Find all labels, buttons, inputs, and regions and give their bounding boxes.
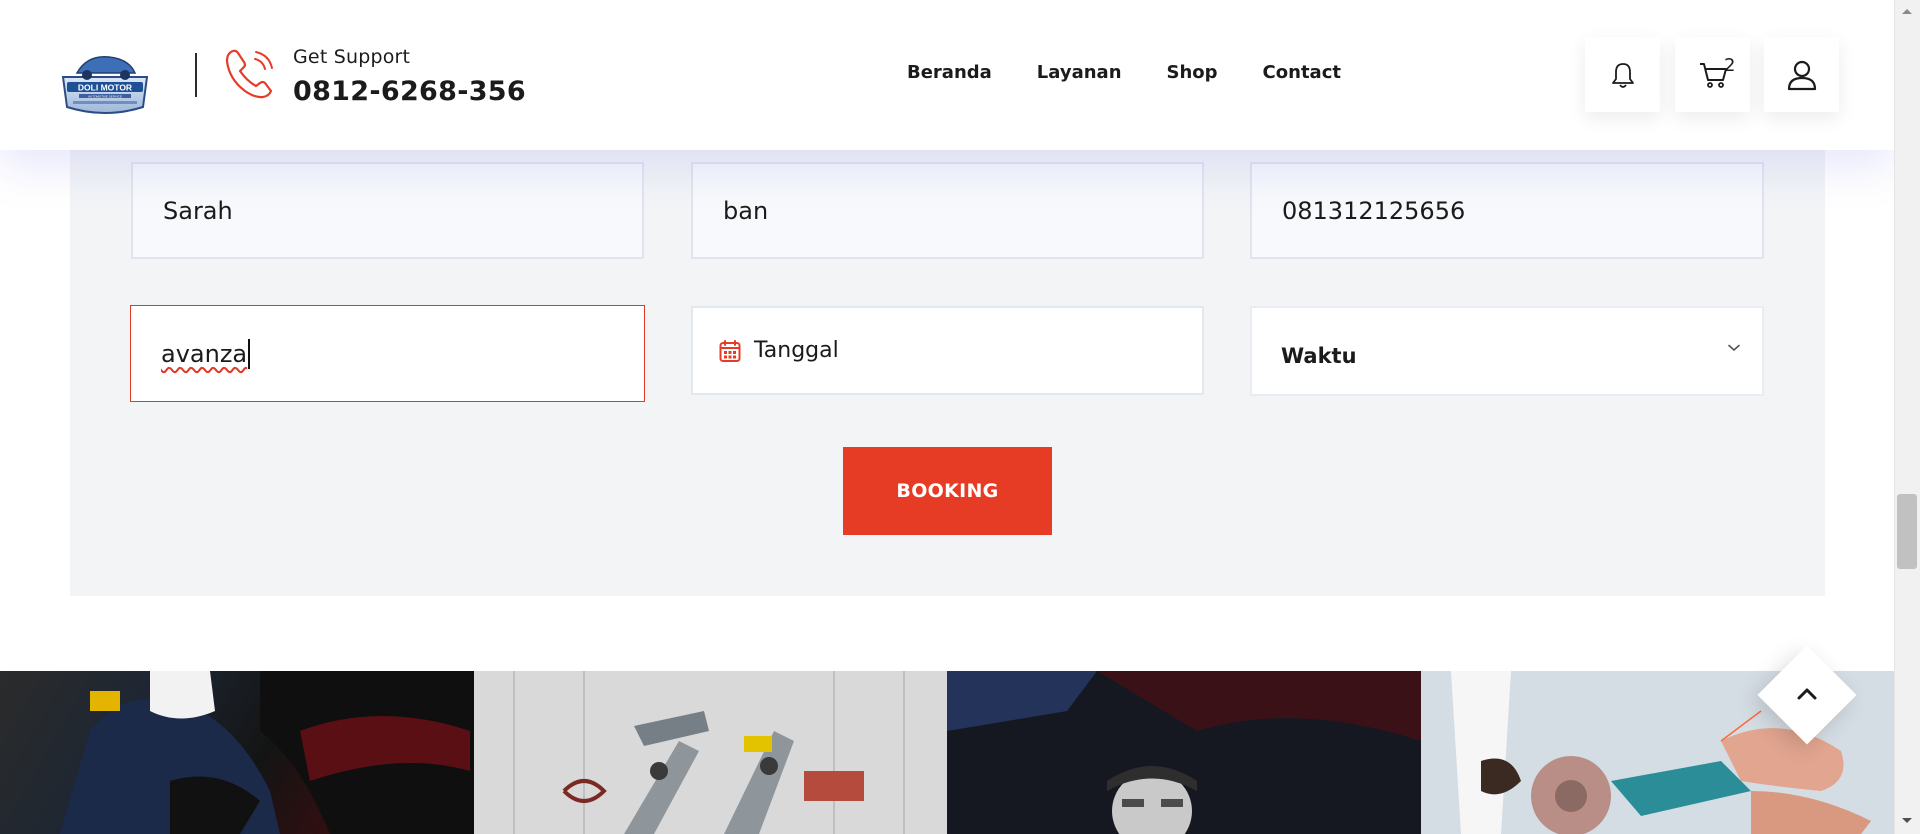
cart-icon [1699,62,1727,88]
gallery-image-workshop-jack [473,671,947,834]
cart-button[interactable]: 2 [1675,37,1750,112]
gallery-image-mechanic-car-interior [0,671,474,834]
svg-text:DOLI MOTOR: DOLI MOTOR [78,83,132,93]
cart-count-badge: 2 [1724,55,1736,76]
phone-field[interactable]: 081312125656 [1250,162,1764,259]
date-field[interactable]: Tanggal [691,306,1204,395]
main-nav: Beranda Layanan Shop Contact [907,62,1341,83]
scrollbar-thumb[interactable] [1897,494,1917,569]
time-select-value: Waktu [1281,344,1357,368]
car-field[interactable]: avanza [130,305,645,402]
header-divider [195,53,197,97]
service-field-value: ban [723,196,769,225]
chevron-down-icon [1728,344,1740,351]
booking-button[interactable]: BOOKING [843,447,1052,535]
nav-contact[interactable]: Contact [1263,62,1341,83]
nav-layanan[interactable]: Layanan [1037,62,1122,83]
svg-text:AUTOMOTIVE SERVICE: AUTOMOTIVE SERVICE [88,95,122,99]
page-scrollbar[interactable] [1894,0,1920,834]
user-icon [1787,60,1816,90]
gallery-strip [0,671,1894,834]
service-field[interactable]: ban [691,162,1204,259]
arrow-up-icon [1797,688,1817,700]
gallery-image-engine-repair [947,671,1421,834]
name-field[interactable]: Sarah [131,162,644,259]
notifications-button[interactable] [1585,37,1660,112]
phone-icon [223,45,279,101]
phone-field-value: 081312125656 [1282,196,1466,225]
nav-shop[interactable]: Shop [1167,62,1218,83]
date-field-placeholder: Tanggal [754,338,839,363]
car-field-value: avanza [161,339,248,368]
brand-logo[interactable]: DOLI MOTOR AUTOMOTIVE SERVICE [57,49,153,117]
bell-icon [1611,62,1634,88]
nav-beranda[interactable]: Beranda [907,62,992,83]
calendar-icon [719,339,741,362]
support-phone-number[interactable]: 0812-6268-356 [293,76,526,107]
support-label: Get Support [293,46,411,68]
page: DOLI MOTOR AUTOMOTIVE SERVICE Get Suppor… [0,0,1894,834]
text-caret [248,338,251,369]
time-select[interactable]: Waktu [1250,306,1764,396]
scroll-down-arrow-icon[interactable] [1900,816,1914,826]
account-button[interactable] [1764,37,1839,112]
scroll-up-arrow-icon[interactable] [1900,6,1914,16]
name-field-value: Sarah [163,196,233,225]
site-header: DOLI MOTOR AUTOMOTIVE SERVICE Get Suppor… [0,0,1894,150]
